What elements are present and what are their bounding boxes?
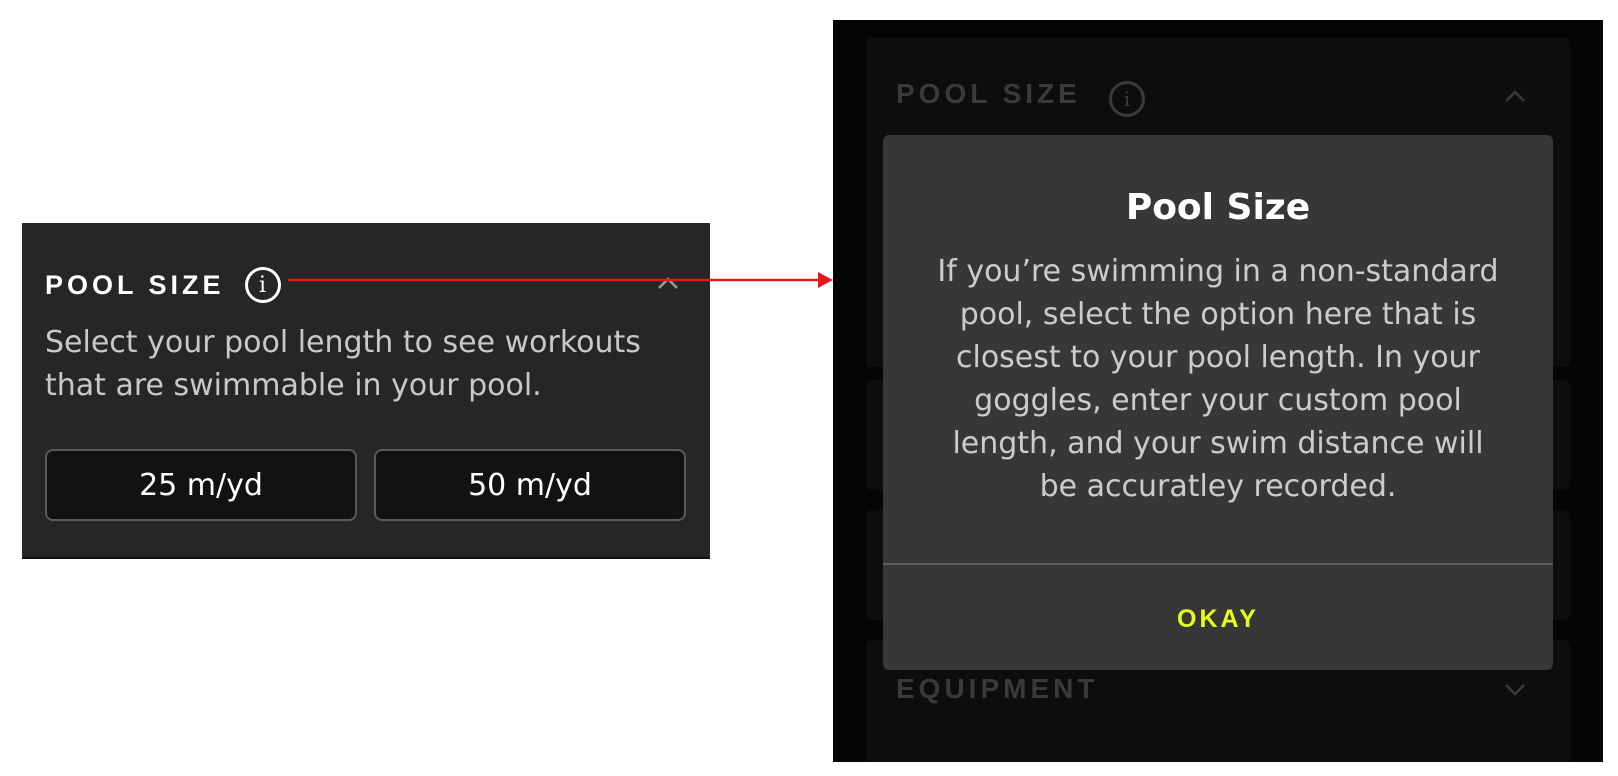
pool-size-card: POOL SIZE i Select your pool length to s… <box>22 223 710 559</box>
pool-size-title: POOL SIZE <box>45 269 225 300</box>
chevron-up-icon[interactable] <box>656 271 680 295</box>
background-equipment-title: EQUIPMENT <box>896 673 1099 704</box>
canvas: POOL SIZE i Select your pool length to s… <box>0 0 1618 776</box>
background-chevron-down-icon <box>1505 684 1525 696</box>
modal-body: If you’re swimming in a non-standard poo… <box>937 254 1499 504</box>
info-icon[interactable]: i <box>244 267 281 303</box>
modal-divider <box>883 563 1553 565</box>
background-pool-size-title: POOL SIZE <box>896 78 1081 109</box>
background-info-icon: i <box>1109 81 1145 117</box>
pool-size-info-modal: Pool Size If you’re swimming in a non-st… <box>883 135 1553 670</box>
modal-title: Pool Size <box>1125 187 1311 228</box>
pool-option-25-button[interactable]: 25 m/yd <box>45 449 357 521</box>
app-screen: POOL SIZE i EQUIPMENT Pool Size If you’r… <box>833 20 1603 762</box>
okay-button[interactable]: OKAY <box>883 605 1553 634</box>
pool-size-description: Select your pool length to see workouts … <box>45 325 641 403</box>
pool-option-50-button[interactable]: 50 m/yd <box>374 449 686 521</box>
background-chevron-up-icon <box>1505 90 1525 102</box>
pool-size-header: POOL SIZE i <box>45 263 281 307</box>
